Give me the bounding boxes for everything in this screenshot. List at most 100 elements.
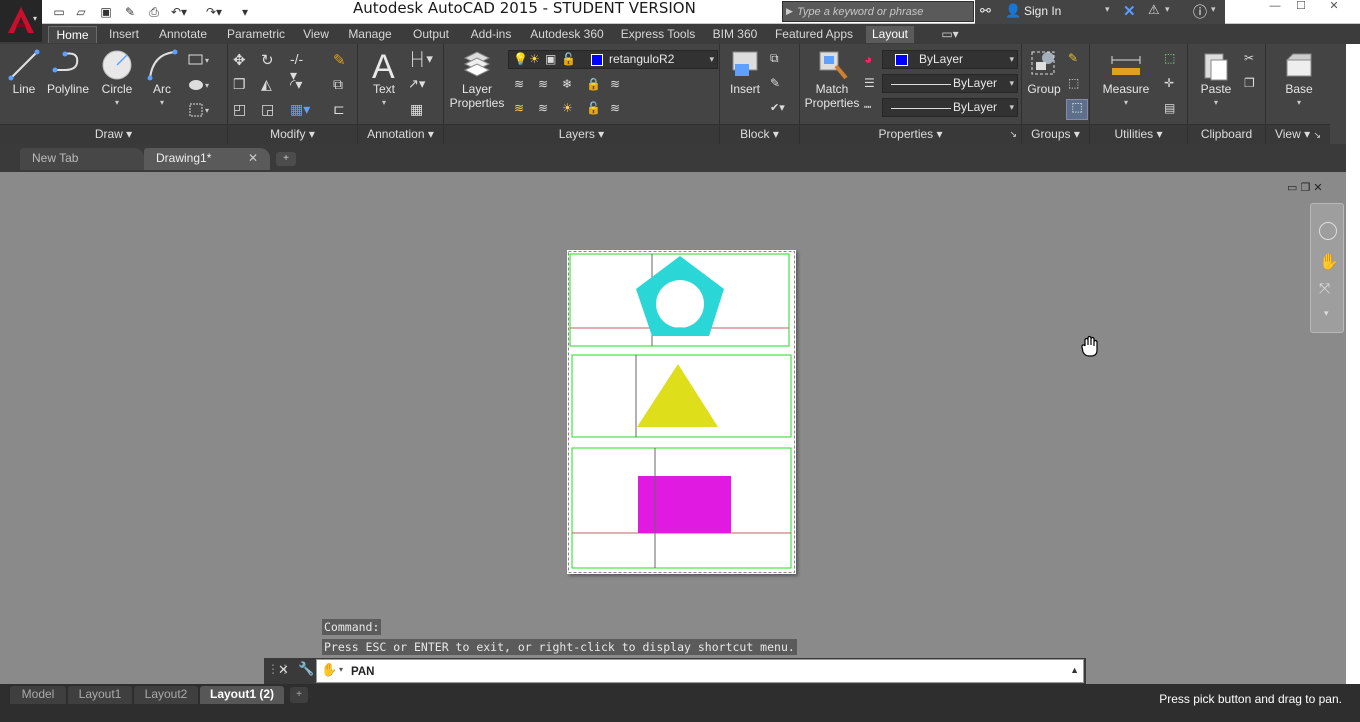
layer-match-icon[interactable]: ≋	[610, 101, 628, 119]
layer-lock-all-icon[interactable]: 🔒	[586, 77, 604, 95]
scale-icon[interactable]: ◲	[261, 101, 279, 119]
tab-express-tools[interactable]: Express Tools	[616, 26, 700, 43]
command-input[interactable]	[351, 663, 1051, 680]
copy-clip-icon[interactable]: ❐	[1244, 76, 1262, 94]
tab-home[interactable]: Home	[48, 26, 97, 43]
color-dropdown[interactable]: ByLayer ▾	[882, 50, 1018, 69]
paste-dropdown-icon[interactable]: ▾	[1194, 96, 1238, 110]
group-edit-icon[interactable]: ⬚	[1068, 76, 1086, 94]
help-icon[interactable]: ⓘ	[1193, 2, 1207, 22]
minimize-icon[interactable]: —	[1262, 0, 1288, 14]
layer-freeze-all-icon[interactable]: ❄	[562, 77, 580, 95]
measure-dropdown-icon[interactable]: ▾	[1098, 96, 1154, 110]
tab-layout[interactable]: Layout	[866, 26, 914, 43]
copy-icon[interactable]: ❐	[233, 76, 251, 94]
zoom-dropdown-icon[interactable]: ▾	[1324, 308, 1329, 319]
properties-launcher-icon[interactable]: ↘	[1009, 125, 1017, 144]
cut-icon[interactable]: ✂	[1244, 51, 1262, 69]
new-tab-plus-icon[interactable]: +	[276, 152, 296, 166]
viewport-close-icon[interactable]: ✕	[1313, 182, 1322, 194]
match-properties-button[interactable]: Match Properties	[802, 46, 862, 110]
attribute-icon[interactable]: ✔▾	[770, 101, 788, 119]
explode-icon[interactable]: ⧉	[333, 76, 351, 94]
layer-thaw-icon[interactable]: ☀	[562, 101, 580, 119]
boundary-icon[interactable]: ▾	[187, 101, 209, 119]
arc-button[interactable]: Arc ▾	[142, 46, 182, 110]
create-block-icon[interactable]: ⧉	[770, 51, 788, 69]
view-launcher-icon[interactable]: ↘	[1313, 130, 1321, 140]
sign-in-link[interactable]: Sign In	[1024, 4, 1061, 18]
command-history-toggle-icon[interactable]: ▲	[1070, 665, 1079, 675]
exchange-apps-icon[interactable]: ✕	[1123, 2, 1136, 20]
paste-button[interactable]: Paste ▾	[1194, 46, 1238, 110]
polyline-button[interactable]: Polyline	[44, 46, 92, 96]
close-icon[interactable]: ✕	[1314, 0, 1354, 14]
measure-button[interactable]: Measure ▾	[1098, 46, 1154, 110]
lineweight-icon[interactable]: ☰	[864, 76, 882, 94]
calculator-icon[interactable]: ▤	[1164, 101, 1182, 119]
trim-icon[interactable]: -/-▾	[290, 51, 308, 83]
ribbon-minimize-toggle-icon[interactable]: ▭▾	[933, 26, 967, 43]
block-panel-title[interactable]: Block ▾	[720, 124, 799, 144]
groups-panel-title[interactable]: Groups ▾	[1022, 124, 1089, 144]
annotation-panel-title[interactable]: Annotation ▾	[358, 124, 443, 144]
hatch-icon[interactable]: ▾	[187, 76, 209, 94]
group-selection-toggle-icon[interactable]: ⬚	[1066, 99, 1088, 120]
linetype-icon[interactable]: ┉	[864, 100, 882, 118]
array-icon[interactable]: ▦▾	[290, 101, 310, 119]
erase-icon[interactable]: ✎	[333, 51, 351, 69]
base-dropdown-icon[interactable]: ▾	[1274, 96, 1324, 110]
fillet-icon[interactable]: ◜▾	[290, 76, 308, 94]
layer-properties-button[interactable]: Layer Properties	[448, 46, 506, 110]
layer-unlock-icon[interactable]: 🔓	[586, 101, 604, 119]
id-point-icon[interactable]: ✛	[1164, 76, 1182, 94]
command-close-icon[interactable]: ✕	[278, 662, 289, 678]
ungroup-icon[interactable]: ✎	[1068, 51, 1086, 69]
line-button[interactable]: Line	[4, 46, 44, 96]
save-icon[interactable]: ▣	[97, 3, 115, 21]
undo-icon[interactable]: ↶▾	[170, 3, 188, 21]
edit-block-icon[interactable]: ✎	[770, 76, 788, 94]
tab-featured-apps[interactable]: Featured Apps	[770, 26, 858, 43]
autodesk360-icon[interactable]: ⚠	[1148, 2, 1160, 18]
move-icon[interactable]: ✥	[233, 51, 251, 69]
application-menu-button[interactable]: ▾	[0, 0, 42, 42]
a360-dropdown-icon[interactable]: ▾	[1165, 4, 1170, 15]
utilities-panel-title[interactable]: Utilities ▾	[1090, 124, 1187, 144]
open-icon[interactable]: ▱	[72, 3, 90, 21]
tab-manage[interactable]: Manage	[343, 26, 397, 43]
tab-bim-360[interactable]: BIM 360	[708, 26, 762, 43]
help-dropdown-icon[interactable]: ▾	[1211, 4, 1216, 15]
command-input-box[interactable]: ✋ ▾ ▲	[316, 659, 1084, 683]
draw-panel-title[interactable]: Draw ▾	[0, 124, 227, 144]
view-panel-title[interactable]: View ▾ ↘	[1266, 124, 1330, 144]
lineweight-dropdown[interactable]: ByLayer ▾	[882, 74, 1018, 93]
linetype-dropdown[interactable]: ByLayer ▾	[882, 98, 1018, 117]
viewport-restore-icon[interactable]: ❐	[1300, 182, 1310, 194]
tab-output[interactable]: Output	[405, 26, 457, 43]
dimension-icon[interactable]: ├┤▾	[408, 51, 433, 69]
layers-panel-title[interactable]: Layers ▾	[444, 124, 719, 144]
layer-isolate-icon[interactable]: ≋	[538, 77, 556, 95]
make-current-icon[interactable]: ≋	[610, 77, 628, 95]
mirror-icon[interactable]: ◭	[261, 76, 279, 94]
add-layout-plus-icon[interactable]: +	[290, 687, 308, 703]
redo-icon[interactable]: ↷▾	[205, 3, 223, 21]
layout-tab-layout1[interactable]: Layout1	[68, 686, 132, 704]
layer-dropdown[interactable]: 💡 ☀ ▣ 🔓 retanguloR2 ▾	[508, 50, 718, 69]
search-input[interactable]	[797, 3, 969, 20]
tab-annotate[interactable]: Annotate	[152, 26, 214, 43]
layer-off-icon[interactable]: ≋	[514, 77, 532, 95]
layout-tab-layout1-2[interactable]: Layout1 (2)	[200, 686, 284, 704]
signin-dropdown-icon[interactable]: ▾	[1105, 4, 1110, 15]
leader-icon[interactable]: ↗▾	[408, 76, 426, 94]
text-dropdown-icon[interactable]: ▾	[366, 96, 402, 110]
arc-dropdown-icon[interactable]: ▾	[142, 96, 182, 110]
rectangle-icon[interactable]: ▾	[187, 51, 209, 69]
rotate-icon[interactable]: ↻	[261, 51, 279, 69]
layout-tab-model[interactable]: Model	[10, 686, 66, 704]
close-tab-icon[interactable]: ✕	[248, 148, 258, 168]
properties-panel-title[interactable]: Properties ▾ ↘	[800, 124, 1021, 144]
viewport-rectangle[interactable]	[571, 447, 792, 569]
offset-icon[interactable]: ⊏	[333, 101, 351, 119]
